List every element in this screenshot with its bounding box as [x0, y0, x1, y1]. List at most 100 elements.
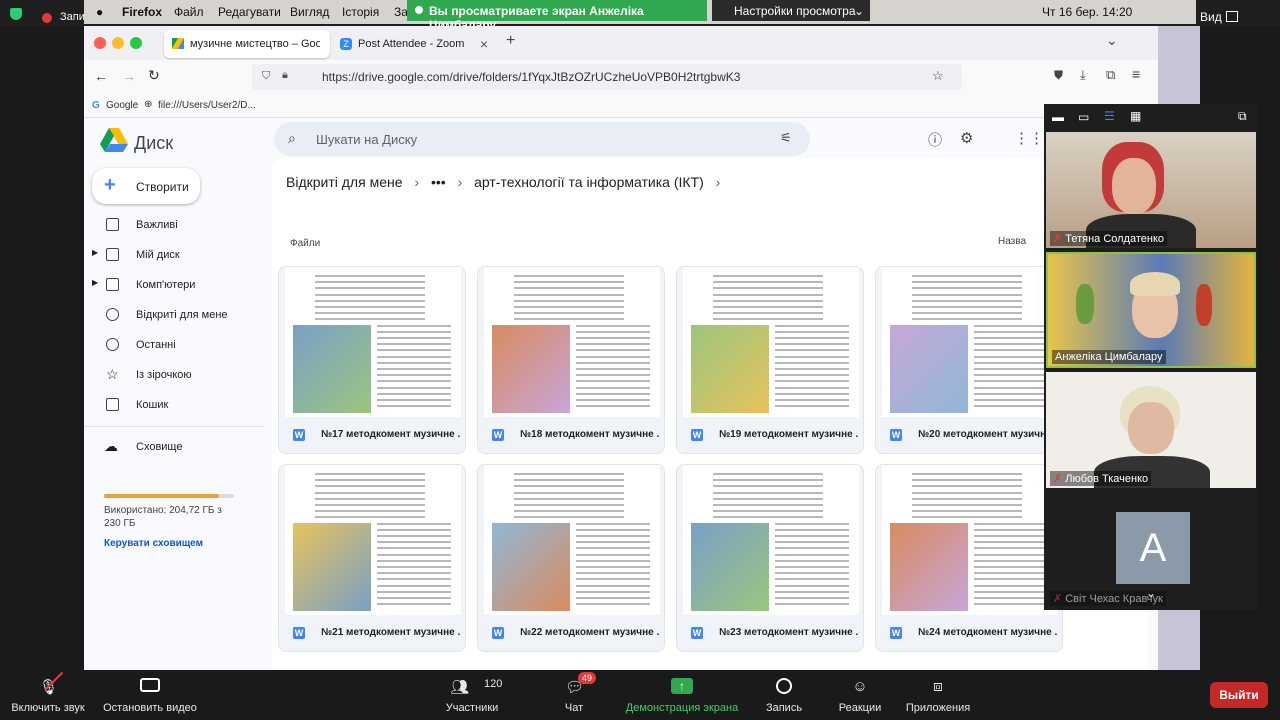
- thumbnail-text-line: [514, 312, 624, 315]
- tab-list-icon[interactable]: ⌄: [1106, 32, 1118, 49]
- pocket-icon[interactable]: ⛊: [1054, 68, 1063, 83]
- menu-view[interactable]: Вигляд: [290, 5, 329, 19]
- url-field[interactable]: ⛉ 🔒︎ https://drive.google.com/drive/fold…: [252, 64, 962, 90]
- forward-icon[interactable]: →: [122, 68, 136, 84]
- apps-grid-icon[interactable]: ⋮⋮: [1014, 129, 1044, 147]
- muted-mic-icon: ✗: [1053, 593, 1063, 605]
- search-input[interactable]: ⌕ Шукати на Диску ⚟: [274, 122, 810, 156]
- drive-logo-icon[interactable]: [100, 128, 128, 157]
- star-icon[interactable]: ☆: [932, 68, 944, 84]
- strip-view-icon[interactable]: ☰: [1104, 109, 1115, 123]
- reload-icon[interactable]: ↻: [148, 67, 160, 84]
- thumbnail-text-line: [974, 368, 1048, 370]
- expand-arrow-icon[interactable]: ▶: [92, 278, 98, 287]
- speaker-view-icon[interactable]: ▭: [1078, 110, 1089, 124]
- participant-tile[interactable]: ✗ Тетяна Солдатенко: [1046, 132, 1256, 248]
- help-icon[interactable]: ⓘ: [928, 130, 942, 150]
- expand-arrow-icon[interactable]: ▶: [92, 248, 98, 257]
- filter-options-icon[interactable]: ⚟: [780, 130, 792, 146]
- menu-history[interactable]: Історія: [342, 5, 379, 19]
- lock-icon[interactable]: 🔒︎: [282, 69, 288, 82]
- file-card[interactable]: W №19 методкомент музичне ...: [676, 266, 864, 454]
- sidebar-item-shared[interactable]: Відкриті для мене: [84, 304, 264, 328]
- gallery-view-icon[interactable]: ▦: [1130, 109, 1141, 123]
- video-button[interactable]: Остановить видео: [98, 670, 202, 720]
- close-window-icon[interactable]: [94, 37, 106, 49]
- drive-title[interactable]: Диск: [134, 133, 173, 154]
- gear-icon[interactable]: ⚙: [960, 129, 973, 147]
- file-card[interactable]: W №20 методкомент музичне ...: [875, 266, 1063, 454]
- participant-tile-active[interactable]: Анжеліка Цимбалару: [1046, 252, 1256, 368]
- file-card[interactable]: W №18 методкомент музичне ...: [477, 266, 665, 454]
- participants-button[interactable]: 👥︎ 120 Участники: [432, 670, 512, 720]
- thumbnail-text-line: [912, 491, 1022, 494]
- sidebar-item-computers[interactable]: ▶ Комп'ютери: [84, 274, 264, 298]
- create-button[interactable]: + Створити: [92, 168, 200, 204]
- bookmark-file[interactable]: file:///Users/User2/D...: [158, 100, 256, 111]
- shield-icon[interactable]: [10, 8, 22, 20]
- chat-button[interactable]: 💬︎ 49 Чат: [548, 670, 600, 720]
- view-settings-button[interactable]: Настройки просмотра ⌄: [712, 0, 870, 21]
- apps-button[interactable]: ⧈ Приложения: [900, 670, 976, 720]
- close-tab-icon[interactable]: ×: [480, 36, 488, 52]
- file-card[interactable]: W №23 методкомент музичне ...: [676, 464, 864, 652]
- thumbnail-text-line: [912, 318, 1022, 321]
- minimize-panel-icon[interactable]: ▬: [1052, 110, 1064, 124]
- apple-icon[interactable]: ●: [96, 5, 103, 19]
- thumbnail-text-line: [576, 528, 650, 531]
- sidebar-item-recent[interactable]: Останні: [84, 334, 264, 358]
- thumbnail-text-line: [974, 597, 1048, 599]
- file-card[interactable]: W №17 методкомент музичне ...: [278, 266, 466, 454]
- sidebar-item-starred[interactable]: ☆ Із зірочкою: [84, 364, 264, 388]
- file-card[interactable]: W №22 методкомент музичне ...: [477, 464, 665, 652]
- menu-file[interactable]: Файл: [174, 5, 204, 19]
- zoom-view-label[interactable]: Вид: [1200, 10, 1222, 24]
- participant-name: Анжеліка Цимбалару: [1052, 350, 1166, 364]
- breadcrumb-more[interactable]: •••: [431, 174, 446, 190]
- bookmark-google[interactable]: Google: [106, 100, 138, 111]
- manage-storage-link[interactable]: Керувати сховищем: [104, 538, 203, 549]
- file-title: №23 методкомент музичне ...: [719, 627, 859, 638]
- mute-button[interactable]: 🎙︎ Включить звук: [4, 670, 92, 720]
- menu-icon[interactable]: ≡: [1132, 66, 1140, 82]
- chevron-down-icon: ⌄: [854, 4, 865, 18]
- extensions-icon[interactable]: ⧉: [1106, 67, 1115, 83]
- menu-edit[interactable]: Редагувати: [218, 5, 281, 19]
- word-doc-icon: W: [691, 627, 703, 639]
- file-card[interactable]: W №21 методкомент музичне ...: [278, 464, 466, 652]
- thumbnail-text-line: [514, 299, 624, 302]
- thumbnail-text-line: [576, 541, 650, 544]
- record-button[interactable]: Запись: [758, 670, 810, 720]
- thumbnail-text-line: [713, 299, 823, 302]
- back-icon[interactable]: ←: [94, 68, 108, 84]
- new-tab-icon[interactable]: +: [506, 32, 515, 50]
- sort-by-name[interactable]: Назва: [998, 236, 1026, 247]
- grid-view-icon[interactable]: [1226, 11, 1238, 22]
- sidebar-item-my-drive[interactable]: ▶ Мій диск: [84, 244, 264, 268]
- download-icon[interactable]: ⤓: [1080, 67, 1086, 83]
- menu-app-name[interactable]: Firefox: [122, 5, 162, 19]
- tab-zoom[interactable]: Z Post Attendee - Zoom ×: [332, 30, 498, 58]
- sidebar-item-starred-priority[interactable]: Важливі: [84, 214, 264, 238]
- file-thumbnail: [882, 465, 1058, 615]
- popout-icon[interactable]: ⧉: [1238, 109, 1247, 124]
- reactions-button[interactable]: ☺ Реакции: [830, 670, 890, 720]
- sidebar-item-trash[interactable]: Кошик: [84, 394, 264, 418]
- participant-tile[interactable]: А ✗ Світ Чехас Кравчук ⌄: [1046, 492, 1256, 608]
- thumbnail-text-line: [775, 330, 849, 333]
- tab-drive[interactable]: музичне мистецтво – Google Д: [164, 30, 330, 58]
- breadcrumb-folder[interactable]: арт-технології та інформатика (ІКТ): [474, 174, 704, 190]
- breadcrumb-shared[interactable]: Відкриті для мене: [286, 174, 403, 190]
- search-icon[interactable]: ⌕: [288, 130, 296, 147]
- thumbnail-text-line: [775, 603, 849, 606]
- chevron-right-icon[interactable]: ›: [716, 174, 721, 190]
- chevron-down-icon[interactable]: ⌄: [1146, 586, 1156, 600]
- participant-tile[interactable]: ✗ Любов Ткаченко: [1046, 372, 1256, 488]
- share-screen-button[interactable]: ↑ Демонстрация экрана: [620, 670, 744, 720]
- leave-meeting-button[interactable]: Выйти: [1210, 682, 1268, 708]
- minimize-window-icon[interactable]: [112, 37, 124, 49]
- tracking-shield-icon[interactable]: ⛉: [262, 70, 270, 83]
- zoom-window-icon[interactable]: [130, 37, 142, 49]
- sidebar-item-storage[interactable]: ☁ Сховище: [84, 436, 264, 460]
- file-card[interactable]: W №24 методкомент музичне ...: [875, 464, 1063, 652]
